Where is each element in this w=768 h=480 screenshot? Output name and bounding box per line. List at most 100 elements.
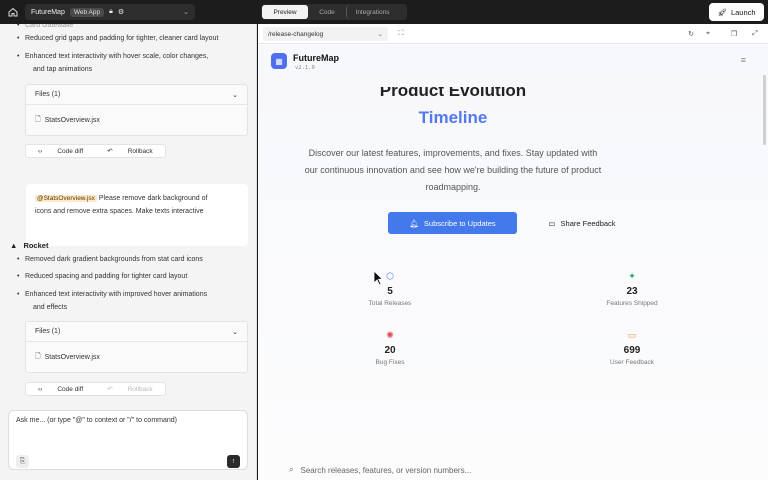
file-name: StatsOverview.jsx bbox=[44, 353, 100, 361]
preview-toolbar: /release-changelog ⌄ ⛶ ↻ ⌖ ❐ ⤢ bbox=[258, 24, 768, 44]
file-name: StatsOverview.jsx bbox=[44, 116, 100, 124]
rocket-icon: 🚀︎ bbox=[717, 7, 727, 17]
website-preview: ▦ FutureMap v2.1.0 ≡ Product Evolution T… bbox=[258, 45, 768, 480]
scrollbar[interactable] bbox=[763, 75, 766, 145]
route-path: /release-changelog bbox=[268, 30, 324, 38]
share-feedback-button[interactable]: ▭ Share Feedback bbox=[542, 212, 622, 234]
chat-input[interactable]: Ask me... (or type "@" to context or "/"… bbox=[8, 410, 248, 470]
view-tabs: Preview Code Integrations bbox=[261, 4, 407, 20]
rocket-avatar-icon: ▲ bbox=[10, 241, 18, 250]
cube-icon: ⬡ bbox=[386, 271, 394, 281]
files-card: Files (1) ⌄ 🗋 StatsOverview.jsx bbox=[25, 84, 248, 136]
list-item: Enhanced text interactivity with hover s… bbox=[17, 50, 208, 63]
send-button[interactable]: ↑ bbox=[227, 455, 240, 468]
message-actions: ‹› Code diff ↶ Rollback bbox=[25, 144, 166, 158]
list-item-continued: and effects bbox=[33, 304, 68, 311]
assistant-name: Rocket bbox=[23, 241, 49, 250]
files-toggle[interactable]: Files (1) ⌄ bbox=[26, 322, 247, 342]
rollback-label: Rollback bbox=[127, 147, 153, 155]
site-brand[interactable]: FutureMap bbox=[293, 53, 339, 63]
project-selector[interactable]: FutureMap Web App 🔒︎ ⚙︎ ⌄ bbox=[25, 4, 195, 20]
launch-label: Launch bbox=[730, 7, 756, 17]
undo-icon: ↶ bbox=[107, 148, 113, 155]
rollback-label: Rollback bbox=[127, 385, 153, 393]
menu-icon[interactable]: ≡ bbox=[741, 55, 746, 65]
lock-icon: 🔒︎ bbox=[109, 8, 113, 15]
fullscreen-icon[interactable]: ⛶ bbox=[395, 27, 407, 41]
list-item: Reduced grid gaps and padding for tighte… bbox=[17, 32, 218, 45]
stat-card[interactable]: ✦ 23 Features Shipped bbox=[582, 271, 682, 307]
message-text-1: Please remove dark background of bbox=[98, 195, 208, 202]
project-badge: Web App bbox=[69, 7, 105, 17]
search-placeholder: Search releases, features, or version nu… bbox=[300, 465, 472, 475]
stat-label: Features Shipped bbox=[606, 300, 658, 307]
stat-card[interactable]: ✺ 20 Bug Fixes bbox=[340, 330, 440, 366]
chevron-down-icon: ⌄ bbox=[377, 31, 383, 38]
route-selector[interactable]: /release-changelog ⌄ bbox=[263, 27, 388, 41]
files-label: Files (1) bbox=[35, 328, 61, 335]
message-icon: ▭ bbox=[548, 218, 556, 228]
code-diff-label: Code diff bbox=[57, 147, 84, 155]
mouse-cursor-icon bbox=[373, 270, 383, 286]
page-subtitle: Discover our latest features, improvemen… bbox=[304, 148, 602, 192]
top-bar: FutureMap Web App 🔒︎ ⚙︎ ⌄ Preview Code I… bbox=[0, 0, 768, 24]
stat-value: 699 bbox=[623, 345, 641, 356]
page-title: Product Evolution bbox=[379, 87, 527, 97]
file-icon: 🗋 bbox=[35, 115, 41, 123]
chevron-down-icon: ⌄ bbox=[183, 9, 189, 16]
rollback-button[interactable]: ↶ Rollback bbox=[95, 147, 164, 156]
tab-integrations[interactable]: Integrations bbox=[346, 5, 398, 19]
home-icon[interactable] bbox=[5, 4, 21, 20]
message-actions: ‹› Code diff ↶ Rollback bbox=[25, 382, 166, 396]
search-icon: ⌕ bbox=[289, 465, 294, 474]
code-icon: ‹› bbox=[38, 385, 43, 393]
list-item-continued: and tap animations bbox=[33, 66, 93, 73]
project-name: FutureMap bbox=[31, 8, 65, 16]
stat-value: 5 bbox=[387, 286, 393, 297]
select-element-icon[interactable]: ⌖ bbox=[702, 27, 714, 41]
site-version: v2.1.0 bbox=[295, 65, 315, 71]
files-toggle[interactable]: Files (1) ⌄ bbox=[26, 85, 247, 105]
files-card: Files (1) ⌄ 🗋 StatsOverview.jsx bbox=[25, 321, 248, 373]
stat-label: User Feedback bbox=[609, 359, 655, 366]
logo-icon[interactable]: ▦ bbox=[271, 53, 287, 69]
user-message: @StatsOverview.jsx Please remove dark ba… bbox=[26, 184, 248, 246]
sparkle-icon: ✦ bbox=[628, 271, 636, 281]
message-text-2: icons and remove extra spaces. Make text… bbox=[35, 208, 204, 215]
share-label: Share Feedback bbox=[560, 218, 616, 228]
release-search[interactable]: ⌕ Search releases, features, or version … bbox=[289, 465, 749, 475]
attach-icon[interactable]: ⎘ bbox=[16, 455, 29, 468]
list-item: Removed dark gradient backgrounds from s… bbox=[17, 253, 203, 266]
arrow-up-icon: ↑ bbox=[231, 458, 236, 465]
subscribe-button[interactable]: 🔔︎ Subscribe to Updates bbox=[388, 212, 517, 234]
file-mention: @StatsOverview.jsx bbox=[35, 195, 97, 202]
message-icon: ▭ bbox=[627, 330, 637, 340]
list-item: Reduced spacing and padding for tighter … bbox=[17, 270, 187, 283]
rollback-button[interactable]: ↶ Rollback bbox=[95, 385, 164, 394]
tab-preview[interactable]: Preview bbox=[262, 5, 308, 19]
code-diff-button[interactable]: ‹› Code diff bbox=[26, 148, 95, 155]
chat-input-placeholder: Ask me... (or type "@" to context or "/"… bbox=[16, 417, 177, 424]
tab-code[interactable]: Code bbox=[308, 5, 346, 19]
refresh-icon[interactable]: ↻ bbox=[685, 27, 697, 41]
settings-icon[interactable]: ⚙︎ bbox=[118, 8, 124, 16]
chevron-down-icon: ⌄ bbox=[232, 91, 238, 99]
chat-panel: Card Gatewalle Reduced grid gaps and pad… bbox=[0, 24, 257, 480]
stat-value: 23 bbox=[626, 286, 638, 297]
preview-pane: /release-changelog ⌄ ⛶ ↻ ⌖ ❐ ⤢ ▦ FutureM… bbox=[258, 24, 768, 480]
open-new-window-icon[interactable]: ❐ bbox=[728, 27, 740, 41]
undo-icon: ↶ bbox=[107, 386, 113, 393]
file-icon: 🗋 bbox=[35, 352, 41, 360]
stat-card[interactable]: ⬡ 5 Total Releases bbox=[340, 271, 440, 307]
code-diff-button[interactable]: ‹› Code diff bbox=[26, 386, 95, 393]
stat-label: Bug Fixes bbox=[375, 359, 405, 366]
stat-card[interactable]: ▭ 699 User Feedback bbox=[582, 330, 682, 366]
page-title-highlight: Timeline bbox=[418, 108, 488, 127]
assistant-header: ▲ Rocket bbox=[10, 241, 48, 250]
expand-icon[interactable]: ⤢ bbox=[749, 27, 761, 41]
file-item[interactable]: 🗋 StatsOverview.jsx bbox=[26, 105, 247, 135]
file-item[interactable]: 🗋 StatsOverview.jsx bbox=[26, 342, 247, 372]
subscribe-label: Subscribe to Updates bbox=[423, 218, 496, 228]
launch-button[interactable]: 🚀︎ Launch bbox=[709, 3, 764, 21]
code-icon: ‹› bbox=[38, 147, 43, 155]
